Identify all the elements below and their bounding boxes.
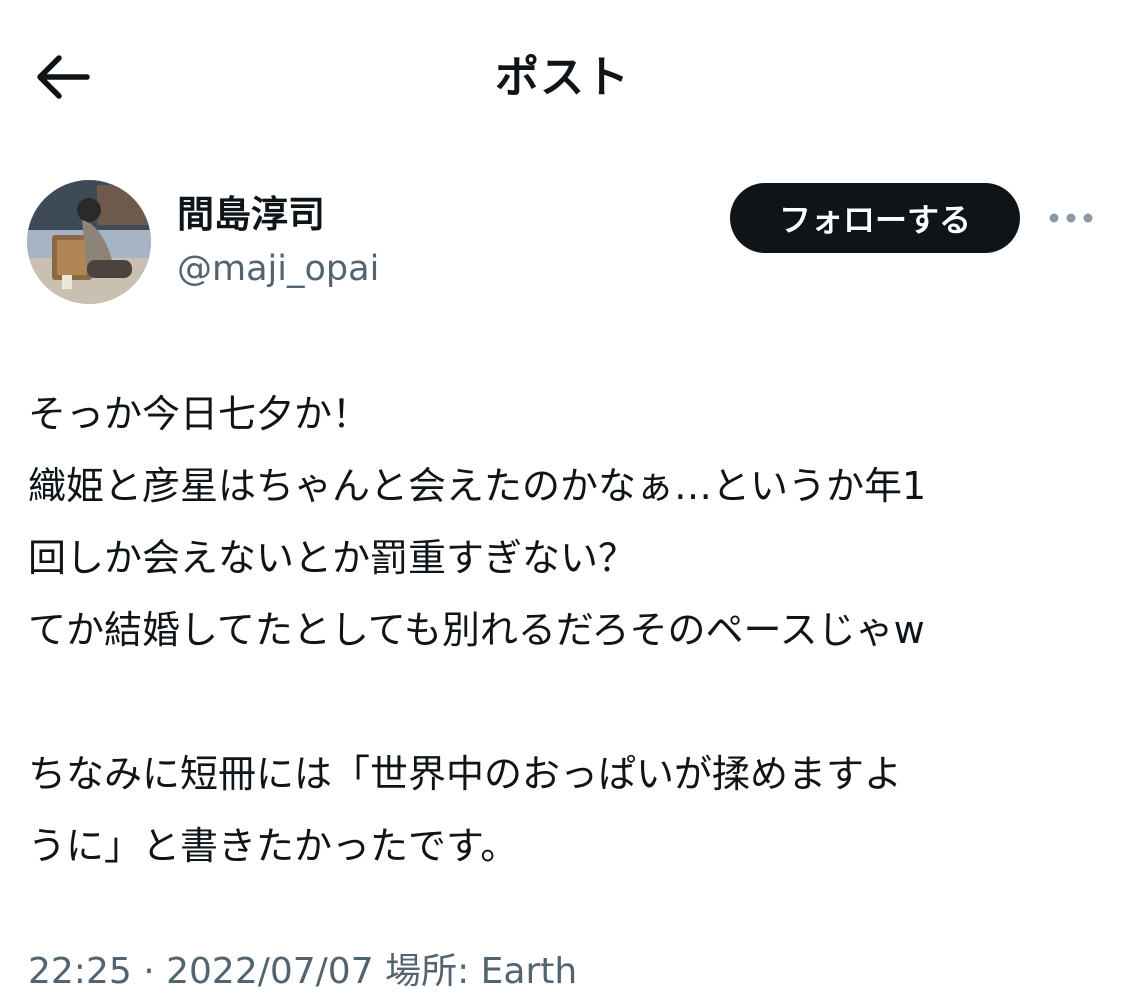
tweet-metadata: 22:25 · 2022/07/07 場所: Earth [28,944,577,1000]
meta-separator: · [143,951,155,992]
author-handle[interactable]: @maji_opai [177,244,379,294]
tweet-text-line: 回しか会えないとか罰重すぎない？ [28,536,637,580]
tweet-time[interactable]: 22:25 [28,944,132,1000]
tweet-text-line: うに」と書きたかったです。 [28,824,519,868]
more-options-button[interactable] [1046,200,1096,236]
more-horizontal-icon [1049,213,1093,223]
avatar[interactable] [27,180,151,304]
follow-button-label: フォローする [778,201,971,239]
tweet-text-line [28,666,1108,738]
tweet-text: そっか今日七夕か！ 織姫と彦星はちゃんと会えたのかなぁ…というか年1 回しか会え… [28,378,1108,882]
tweet-location: 場所: Earth [385,951,578,992]
top-bar: ポスト [0,0,1125,150]
page-title: ポスト [495,52,630,103]
follow-button[interactable]: フォローする [730,183,1020,253]
author-display-name[interactable]: 間島淳司 [177,190,325,240]
tweet-date[interactable]: 2022/07/07 [166,944,374,1000]
tweet-text-line: ちなみに短冊には「世界中のおっぱいが揉めますよ [28,752,903,796]
tweet-text-line: てか結婚してたとしても別れるだろそのペースじゃw [28,608,925,652]
tweet-text-line: そっか今日七夕か！ [28,392,371,436]
profile-photo [27,180,151,304]
tweet-text-line: 織姫と彦星はちゃんと会えたのかなぁ…というか年1 [28,464,927,508]
